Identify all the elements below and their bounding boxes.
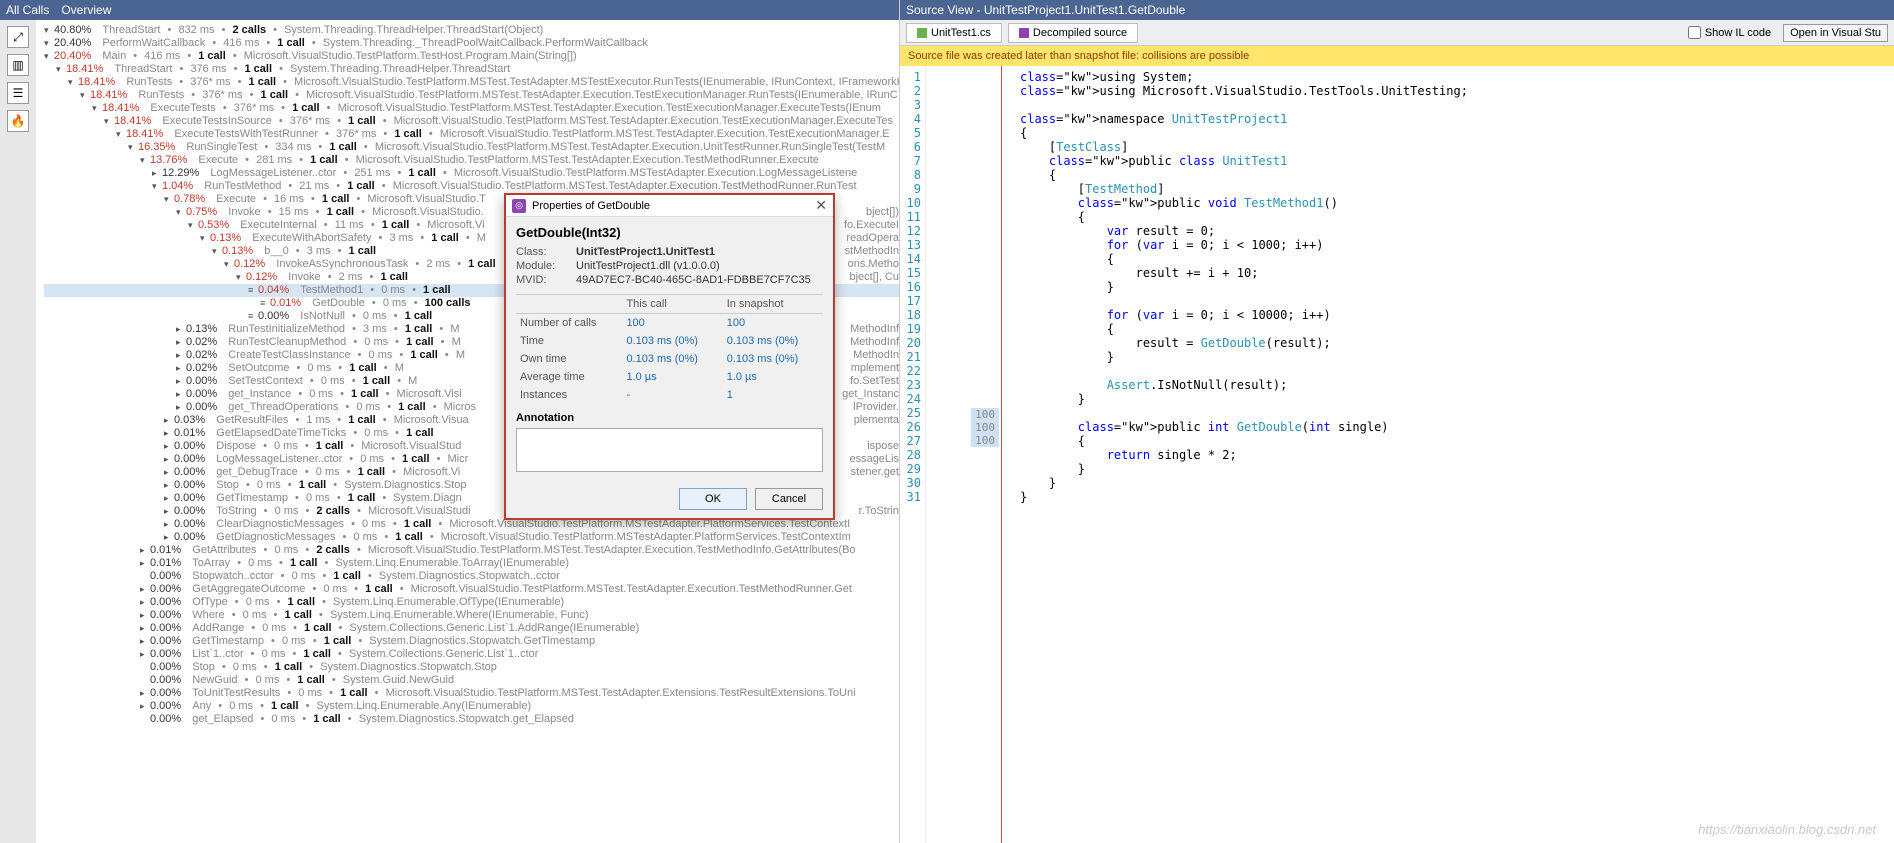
tree-row[interactable]: ▸0.00% OfType • 0 ms • 1 call • System.L… — [44, 596, 899, 609]
tree-row[interactable]: ▾18.41% RunTests • 376* ms • 1 call • Mi… — [44, 76, 899, 89]
tree-row[interactable]: ▸0.00% Where • 0 ms • 1 call • System.Li… — [44, 609, 899, 622]
code-content[interactable]: class="kw">using System;class="kw">using… — [1002, 66, 1468, 843]
tree-row[interactable]: ▾13.76% Execute • 281 ms • 1 call • Micr… — [44, 154, 899, 167]
tree-row[interactable]: ▾18.41% RunTests • 376* ms • 1 call • Mi… — [44, 89, 899, 102]
class-label: Class: — [516, 246, 576, 258]
open-in-vs-button[interactable]: Open in Visual Stu — [1783, 24, 1888, 42]
tab-all-calls[interactable]: All Calls — [6, 0, 49, 20]
tree-row[interactable]: ▾20.40% Main • 416 ms • 1 call • Microso… — [44, 50, 899, 63]
tree-row[interactable]: ▸0.00% GetDiagnosticMessages • 0 ms • 1 … — [44, 531, 899, 544]
file-tab-bar: UnitTest1.cs Decompiled source Show IL c… — [900, 20, 1894, 46]
tree-row[interactable]: ▸0.00% GetTimestamp • 0 ms • 1 call • Sy… — [44, 635, 899, 648]
watermark: https://tianxiaolin.blog.csdn.net — [1698, 822, 1876, 837]
show-il-checkbox[interactable] — [1688, 26, 1701, 39]
mvid-label: MVID: — [516, 274, 576, 286]
close-icon[interactable]: ✕ — [815, 197, 827, 214]
tree-row[interactable]: ▸0.00% AddRange • 0 ms • 1 call • System… — [44, 622, 899, 635]
side-toolbar: ⤢ ▥ ☰ 🔥 — [0, 20, 36, 843]
tree-row[interactable]: ▸0.01% ToArray • 0 ms • 1 call • System.… — [44, 557, 899, 570]
module-label: Module: — [516, 260, 576, 272]
col-snapshot: In snapshot — [723, 295, 823, 314]
toolbar-icon-3[interactable]: ☰ — [7, 82, 29, 104]
tree-row[interactable]: 0.00% Stop • 0 ms • 1 call • System.Diag… — [44, 661, 899, 674]
tree-row[interactable]: ▸0.00% Any • 0 ms • 1 call • System.Linq… — [44, 700, 899, 713]
tree-row[interactable]: ▾20.40% PerformWaitCallback • 416 ms • 1… — [44, 37, 899, 50]
metrics-table: This callIn snapshot Number of calls1001… — [516, 294, 823, 404]
tree-row[interactable]: ▾18.41% ExecuteTestsInSource • 376* ms •… — [44, 115, 899, 128]
tab-overview[interactable]: Overview — [61, 0, 111, 20]
decompiled-icon — [1019, 28, 1029, 38]
annotation-label: Annotation — [516, 412, 823, 424]
cancel-button[interactable]: Cancel — [755, 488, 823, 510]
source-view-title: Source View - UnitTestProject1.UnitTest1… — [900, 0, 1894, 20]
tree-row[interactable]: ▸0.00% ToUnitTestResults • 0 ms • 1 call… — [44, 687, 899, 700]
tree-row[interactable]: ▸0.00% GetAggregateOutcome • 0 ms • 1 ca… — [44, 583, 899, 596]
tree-row[interactable]: ▾18.41% ExecuteTestsWithTestRunner • 376… — [44, 128, 899, 141]
coverage-bar: 100100100 — [926, 66, 1002, 843]
toolbar-icon-2[interactable]: ▥ — [7, 54, 29, 76]
ok-button[interactable]: OK — [679, 488, 747, 510]
left-titlebar: All Calls Overview — [0, 0, 899, 20]
tree-row[interactable]: ▾18.41% ThreadStart • 376 ms • 1 call • … — [44, 63, 899, 76]
dialog-icon: ◎ — [512, 199, 526, 213]
tree-row[interactable]: ▸0.01% GetAttributes • 0 ms • 2 calls • … — [44, 544, 899, 557]
tree-row[interactable]: ▸12.29% LogMessageListener..ctor • 251 m… — [44, 167, 899, 180]
tab-decompiled[interactable]: Decompiled source — [1008, 23, 1138, 43]
tree-row[interactable]: 0.00% get_Elapsed • 0 ms • 1 call • Syst… — [44, 713, 899, 726]
hotspot-icon[interactable]: 🔥 — [7, 110, 29, 132]
class-value: UnitTestProject1.UnitTest1 — [576, 246, 715, 258]
properties-dialog: ◎ Properties of GetDouble ✕ GetDouble(In… — [504, 193, 835, 520]
tree-row[interactable]: ▾18.41% ExecuteTests • 376* ms • 1 call … — [44, 102, 899, 115]
dialog-signature: GetDouble(Int32) — [516, 225, 823, 240]
annotation-textarea[interactable] — [516, 428, 823, 472]
col-thiscall: This call — [622, 295, 722, 314]
tab-file-cs[interactable]: UnitTest1.cs — [906, 23, 1002, 43]
show-il-label: Show IL code — [1705, 27, 1771, 39]
tree-row[interactable]: 0.00% Stopwatch..cctor • 0 ms • 1 call •… — [44, 570, 899, 583]
cs-file-icon — [917, 28, 927, 38]
toolbar-icon-1[interactable]: ⤢ — [7, 26, 29, 48]
tree-row[interactable]: ▾1.04% RunTestMethod • 21 ms • 1 call • … — [44, 180, 899, 193]
tree-row[interactable]: ▾16.35% RunSingleTest • 334 ms • 1 call … — [44, 141, 899, 154]
mvid-value: 49AD7EC7-BC40-465C-8AD1-FDBBE7CF7C35 — [576, 274, 811, 286]
dialog-title: Properties of GetDouble — [532, 200, 650, 212]
tree-row[interactable]: ▾40.80% ThreadStart • 832 ms • 2 calls •… — [44, 24, 899, 37]
tree-row[interactable]: 0.00% NewGuid • 0 ms • 1 call • System.G… — [44, 674, 899, 687]
tree-row[interactable]: ▸0.00% List`1..ctor • 0 ms • 1 call • Sy… — [44, 648, 899, 661]
warning-banner: Source file was created later than snaps… — [900, 46, 1894, 66]
line-gutter: 1234567891011121314151617181920212223242… — [900, 66, 926, 843]
module-value: UnitTestProject1.dll (v1.0.0.0) — [576, 260, 720, 272]
